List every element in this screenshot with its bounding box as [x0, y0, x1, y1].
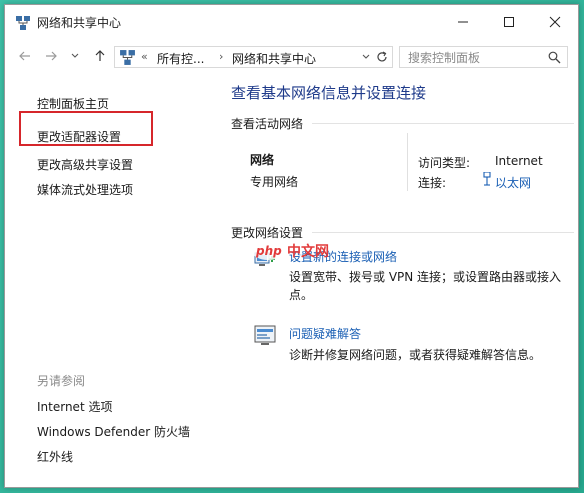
sidebar-item-media-streaming[interactable]: 媒体流式处理选项 [37, 181, 133, 198]
up-button[interactable] [91, 48, 109, 64]
section-divider [312, 123, 574, 124]
breadcrumb-separator[interactable]: › [219, 50, 223, 63]
close-button[interactable] [532, 5, 578, 38]
network-icon [120, 50, 135, 65]
maximize-button[interactable] [486, 5, 532, 38]
close-icon [549, 16, 561, 27]
address-bar[interactable]: « 所有控... › 网络和共享中心 [114, 46, 393, 68]
page-title: 查看基本网络信息并设置连接 [231, 84, 427, 102]
troubleshoot-desc: 诊断并修复网络问题，或者获得疑难解答信息。 [289, 348, 542, 362]
network-sharing-center-window: 网络和共享中心 « 所有控... › 网络和共享中心 搜索控制面板 控制面板主页… [4, 4, 579, 488]
php-logo: php 中文网 [252, 242, 329, 260]
access-type-label: 访问类型: [418, 156, 471, 170]
sidebar-item-change-adapter-settings[interactable]: 更改适配器设置 [37, 128, 121, 145]
network-type: 专用网络 [250, 175, 299, 189]
title-bar[interactable]: 网络和共享中心 [5, 5, 578, 38]
chevron-down-icon [71, 53, 79, 58]
php-watermark: php 中文网 [251, 241, 341, 261]
refresh-icon[interactable] [375, 50, 389, 64]
search-input[interactable] [408, 50, 543, 66]
network-name: 网络 [250, 153, 275, 167]
breadcrumb-all-control-panel[interactable]: 所有控... [157, 50, 204, 67]
see-also-heading: 另请参阅 [37, 374, 86, 388]
see-also-windows-defender-firewall[interactable]: Windows Defender 防火墙 [37, 423, 190, 440]
access-type-value: Internet [495, 154, 543, 168]
see-also-infrared[interactable]: 红外线 [37, 448, 73, 465]
arrow-up-icon [95, 50, 105, 61]
connection-label: 连接: [418, 176, 447, 190]
section-divider [312, 232, 574, 233]
network-divider [407, 133, 408, 191]
sidebar-item-change-advanced-sharing[interactable]: 更改高级共享设置 [37, 156, 133, 173]
active-networks-heading: 查看活动网络 [231, 117, 304, 131]
chevron-down-icon[interactable] [361, 52, 371, 62]
maximize-icon [504, 16, 514, 27]
back-button[interactable] [16, 48, 34, 64]
main-content: 查看基本网络信息并设置连接 查看活动网络 网络 专用网络 访问类型: Inter… [210, 71, 578, 487]
sidebar: 控制面板主页 更改适配器设置 更改高级共享设置 媒体流式处理选项 另请参阅 In… [5, 71, 210, 487]
forward-button[interactable] [42, 48, 60, 64]
breadcrumb-overflow[interactable]: « [141, 50, 148, 63]
sidebar-item-control-panel-home[interactable]: 控制面板主页 [37, 95, 109, 112]
troubleshoot-icon [254, 325, 276, 345]
window-title: 网络和共享中心 [37, 16, 122, 30]
network-icon [16, 16, 30, 30]
search-box [399, 46, 568, 68]
search-icon[interactable] [548, 51, 561, 64]
watermark-brand: php [255, 244, 282, 258]
setup-new-connection-desc: 设置宽带、拨号或 VPN 连接；或设置路由器或接入点。 [289, 270, 562, 302]
ethernet-icon [483, 172, 491, 186]
change-settings-heading: 更改网络设置 [231, 226, 304, 240]
recent-locations-button[interactable] [66, 48, 84, 64]
troubleshoot-link[interactable]: 问题疑难解答 [289, 325, 361, 342]
arrow-right-icon [46, 51, 57, 61]
breadcrumb-network-sharing-center[interactable]: 网络和共享中心 [232, 50, 316, 67]
navigation-bar: « 所有控... › 网络和共享中心 [5, 43, 578, 69]
arrow-left-icon [19, 51, 30, 61]
see-also-internet-options[interactable]: Internet 选项 [37, 398, 112, 415]
watermark-text: 中文网 [287, 243, 329, 260]
ethernet-link[interactable]: 以太网 [495, 174, 531, 191]
minimize-icon [458, 21, 468, 22]
minimize-button[interactable] [440, 5, 486, 38]
